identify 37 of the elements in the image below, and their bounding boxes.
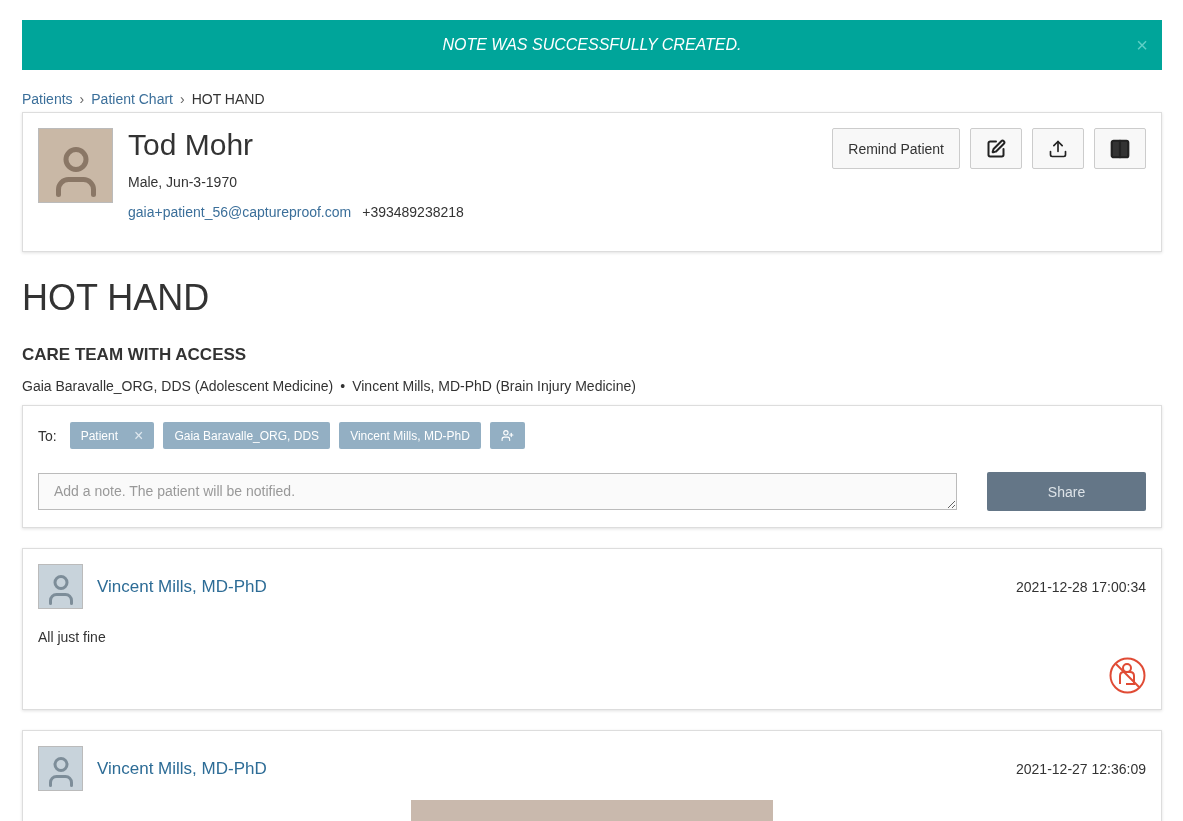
upload-button[interactable] [1032,128,1084,169]
page-title: HOT HAND [22,277,211,319]
breadcrumb-link[interactable]: Patients [22,91,73,107]
recipient-name: Vincent Mills, MD-PhD [350,428,470,443]
care-team-member: Gaia Baravalle_ORG, DDS (Adolescent Medicine) [22,378,334,394]
note-timestamp: 2021-12-28 17:00:34 [1016,578,1146,595]
breadcrumb-link[interactable]: Patient Chart [91,91,173,107]
breadcrumb-separator: › [180,91,185,107]
banner-message: NOTE WAS SUCCESSFULLY CREATED. [442,36,742,54]
bullet-separator: • [340,378,346,394]
author-link[interactable]: Vincent Mills, MD-PhD [97,758,1002,779]
no-patient-icon [1109,657,1146,694]
columns-icon [1109,137,1131,160]
add-person-icon [500,429,514,442]
recipient-name: Gaia Baravalle_ORG, DDS [174,428,320,443]
patient-details: Male, Jun-3-1970 [128,174,238,190]
share-button[interactable]: Share [987,472,1146,511]
edit-icon [986,138,1006,159]
recipient-name: Patient [80,428,119,443]
care-team-member: Vincent Mills, MD-PhD (Brain Injury Medicine) [352,378,636,394]
remind-patient-button[interactable]: Remind Patient [832,128,960,169]
section-heading: CARE TEAM WITH ACCESS [22,345,248,365]
phone-number: +393489238218 [362,204,464,220]
email-link[interactable]: gaia+patient_56@captureproof.com [128,204,352,220]
edit-button[interactable] [970,128,1022,169]
breadcrumb-separator: › [79,91,85,107]
patient-name: Tod Mohr [128,128,255,162]
note-text: All just fine [38,629,107,645]
upload-icon [1048,138,1068,159]
avatar-placeholder [38,564,83,609]
columns-button[interactable] [1094,128,1146,169]
note-input-field[interactable]: Add a note. The patient will be notified. [38,473,957,510]
to-label: To: [38,427,57,444]
note-timestamp: 2021-12-27 12:36:09 [1016,760,1146,777]
avatar-placeholder [38,746,83,791]
current-page-label: HOT HAND [191,91,265,107]
author-link[interactable]: Vincent Mills, MD-PhD [97,576,1002,597]
